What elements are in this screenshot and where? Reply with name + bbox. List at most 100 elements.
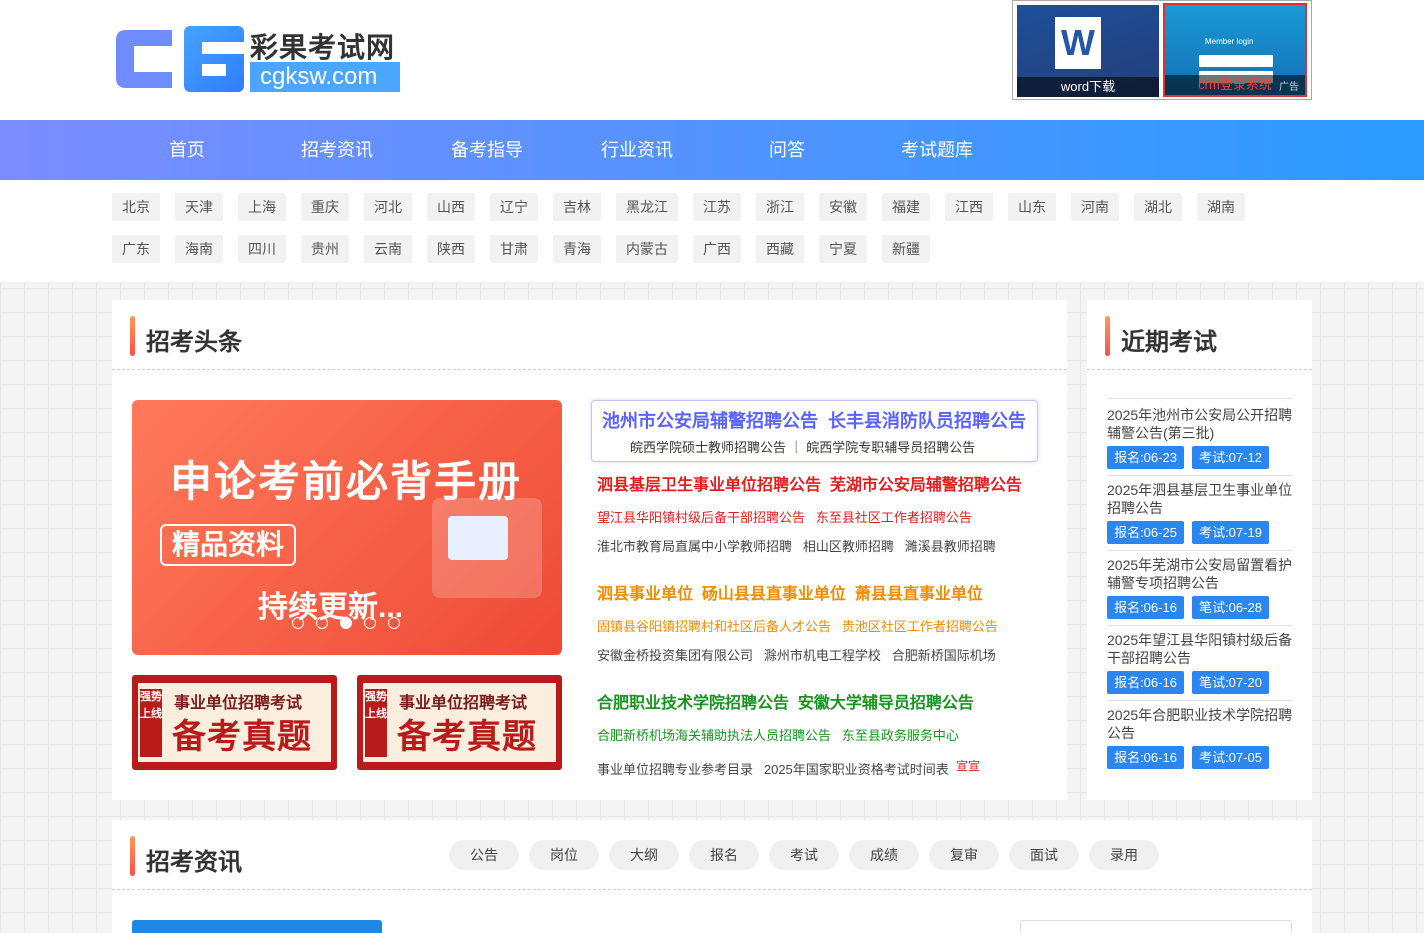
region-item[interactable]: 内蒙古 bbox=[616, 235, 678, 263]
region-item[interactable]: 黑龙江 bbox=[616, 193, 678, 221]
reg-date-badge: 报名:06-25 bbox=[1107, 521, 1184, 544]
news-link[interactable]: 淮北市教育局直属中小学教师招聘 bbox=[597, 539, 792, 554]
promo-exam-papers[interactable]: 强势上线 事业单位招聘考试 备考真题 bbox=[132, 675, 337, 770]
nav-home[interactable]: 首页 bbox=[140, 120, 234, 180]
region-item[interactable]: 重庆 bbox=[301, 193, 349, 221]
carousel-dot-active[interactable] bbox=[340, 617, 352, 629]
promo-exam-papers[interactable]: 强势上线 事业单位招聘考试 备考真题 bbox=[357, 675, 562, 770]
nav-qa[interactable]: 问答 bbox=[740, 120, 834, 180]
region-item[interactable]: 北京 bbox=[112, 193, 160, 221]
headline-link[interactable]: 皖西学院专职辅导员招聘公告 bbox=[806, 440, 975, 455]
carousel-dot[interactable] bbox=[364, 617, 376, 629]
region-item[interactable]: 广西 bbox=[693, 235, 741, 263]
carousel-dot[interactable] bbox=[388, 617, 400, 629]
carousel-dot[interactable] bbox=[292, 617, 304, 629]
exam-date-badge: 考试:07-12 bbox=[1192, 446, 1269, 469]
news-cat-tab[interactable]: 面试 bbox=[1009, 840, 1079, 870]
carousel-dot[interactable] bbox=[316, 617, 328, 629]
ad-word-download[interactable]: W word下载 bbox=[1017, 5, 1159, 97]
region-item[interactable]: 甘肃 bbox=[490, 235, 538, 263]
recent-item[interactable]: 2025年合肥职业技术学院招聘公告 bbox=[1107, 706, 1295, 742]
news-cat-tab[interactable]: 大纲 bbox=[609, 840, 679, 870]
recent-item-title[interactable]: 2025年合肥职业技术学院招聘公告 bbox=[1107, 706, 1295, 742]
region-item[interactable]: 辽宁 bbox=[490, 193, 538, 221]
region-item[interactable]: 云南 bbox=[364, 235, 412, 263]
news-link[interactable]: 萧县县直事业单位 bbox=[855, 586, 983, 603]
recent-item-title[interactable]: 2025年泗县基层卫生事业单位招聘公告 bbox=[1107, 481, 1295, 517]
recent-item[interactable]: 2025年泗县基层卫生事业单位招聘公告 bbox=[1107, 481, 1295, 517]
nav-news[interactable]: 招考资讯 bbox=[290, 120, 384, 180]
news-cat-tab[interactable]: 考试 bbox=[769, 840, 839, 870]
divider bbox=[1087, 369, 1312, 370]
region-item[interactable]: 海南 bbox=[175, 235, 223, 263]
news-link[interactable]: 固镇县谷阳镇招聘村和社区后备人才公告 bbox=[597, 619, 831, 634]
region-item[interactable]: 新疆 bbox=[882, 235, 930, 263]
region-item[interactable]: 吉林 bbox=[553, 193, 601, 221]
site-logo[interactable]: 彩果考试网 cgksw.com bbox=[112, 26, 412, 96]
region-item[interactable]: 西藏 bbox=[756, 235, 804, 263]
news-link[interactable]: 滁州市机电工程学校 bbox=[764, 648, 881, 663]
reg-date-badge: 报名:06-16 bbox=[1107, 746, 1184, 769]
news-cat-tab[interactable]: 成绩 bbox=[849, 840, 919, 870]
region-item[interactable]: 江西 bbox=[945, 193, 993, 221]
news-link[interactable]: 望江县华阳镇村级后备干部招聘公告 bbox=[597, 510, 805, 525]
news-link[interactable]: 合肥职业技术学院招聘公告 bbox=[597, 695, 789, 712]
region-item[interactable]: 贵州 bbox=[301, 235, 349, 263]
news-link[interactable]: 泗县基层卫生事业单位招聘公告 bbox=[597, 477, 821, 494]
region-item[interactable]: 湖南 bbox=[1197, 193, 1245, 221]
recent-item-title[interactable]: 2025年芜湖市公安局留置看护辅警专项招聘公告 bbox=[1107, 556, 1295, 592]
reg-date-badge: 报名:06-16 bbox=[1107, 671, 1184, 694]
ad-crm-login[interactable]: Member login crm登录系统 广告 bbox=[1163, 3, 1307, 97]
news-tab-bar[interactable] bbox=[132, 920, 382, 933]
news-link[interactable]: 濉溪县教师招聘 bbox=[905, 539, 996, 554]
headline-link[interactable]: 皖西学院硕士教师招聘公告 bbox=[630, 440, 786, 455]
region-item[interactable]: 湖北 bbox=[1134, 193, 1182, 221]
news-link[interactable]: 安徽金桥投资集团有限公司 bbox=[597, 648, 753, 663]
news-link[interactable]: 东至县社区工作者招聘公告 bbox=[816, 510, 972, 525]
news-cat-tab[interactable]: 公告 bbox=[449, 840, 519, 870]
region-item[interactable]: 天津 bbox=[175, 193, 223, 221]
nav-industry[interactable]: 行业资讯 bbox=[590, 120, 684, 180]
headline-link[interactable]: 池州市公安局辅警招聘公告 bbox=[602, 411, 818, 431]
region-item[interactable]: 山西 bbox=[427, 193, 475, 221]
news-link[interactable]: 泗县事业单位 bbox=[597, 586, 693, 603]
region-item[interactable]: 宁夏 bbox=[819, 235, 867, 263]
news-link[interactable]: 芜湖市公安局辅警招聘公告 bbox=[830, 477, 1022, 494]
region-item[interactable]: 四川 bbox=[238, 235, 286, 263]
recent-item[interactable]: 2025年望江县华阳镇村级后备干部招聘公告 bbox=[1107, 631, 1295, 667]
news-link[interactable]: 贵池区社区工作者招聘公告 bbox=[842, 619, 998, 634]
region-item[interactable]: 河北 bbox=[364, 193, 412, 221]
news-cat-tab[interactable]: 录用 bbox=[1089, 840, 1159, 870]
news-link[interactable]: 合肥新桥国际机场 bbox=[892, 648, 996, 663]
news-link[interactable]: 东至县政务服务中心 bbox=[842, 728, 959, 743]
news-cat-tab[interactable]: 复审 bbox=[929, 840, 999, 870]
region-item[interactable]: 上海 bbox=[238, 193, 286, 221]
region-item[interactable]: 广东 bbox=[112, 235, 160, 263]
region-item[interactable]: 山东 bbox=[1008, 193, 1056, 221]
divider bbox=[1107, 625, 1293, 626]
headline-link[interactable]: 长丰县消防队员招聘公告 bbox=[828, 411, 1026, 431]
region-item[interactable]: 陕西 bbox=[427, 235, 475, 263]
region-item[interactable]: 青海 bbox=[553, 235, 601, 263]
news-link[interactable]: 2025年国家职业资格考试时间表 bbox=[764, 762, 949, 777]
news-sub-row: 合肥新桥机场海关辅助执法人员招聘公告 东至县政务服务中心 bbox=[597, 725, 959, 744]
news-link[interactable]: 相山区教师招聘 bbox=[803, 539, 894, 554]
recent-item-title[interactable]: 2025年池州市公安局公开招聘辅警公告(第三批) bbox=[1107, 406, 1295, 442]
region-item[interactable]: 河南 bbox=[1071, 193, 1119, 221]
recent-item-title[interactable]: 2025年望江县华阳镇村级后备干部招聘公告 bbox=[1107, 631, 1295, 667]
region-item[interactable]: 福建 bbox=[882, 193, 930, 221]
nav-guide[interactable]: 备考指导 bbox=[440, 120, 534, 180]
region-item[interactable]: 浙江 bbox=[756, 193, 804, 221]
news-link[interactable]: 安徽大学辅导员招聘公告 bbox=[798, 695, 974, 712]
news-link[interactable]: 砀山县县直事业单位 bbox=[702, 586, 846, 603]
recent-item[interactable]: 2025年芜湖市公安局留置看护辅警专项招聘公告 bbox=[1107, 556, 1295, 592]
recent-item[interactable]: 2025年池州市公安局公开招聘辅警公告(第三批) bbox=[1107, 406, 1295, 442]
region-item[interactable]: 江苏 bbox=[693, 193, 741, 221]
news-cat-tab[interactable]: 岗位 bbox=[529, 840, 599, 870]
carousel-banner[interactable]: 申论考前必背手册 精品资料 持续更新... bbox=[132, 400, 562, 655]
news-link[interactable]: 合肥新桥机场海关辅助执法人员招聘公告 bbox=[597, 728, 831, 743]
region-item[interactable]: 安徽 bbox=[819, 193, 867, 221]
nav-question-bank[interactable]: 考试题库 bbox=[890, 120, 984, 180]
news-link[interactable]: 事业单位招聘专业参考目录 bbox=[597, 762, 753, 777]
news-cat-tab[interactable]: 报名 bbox=[689, 840, 759, 870]
